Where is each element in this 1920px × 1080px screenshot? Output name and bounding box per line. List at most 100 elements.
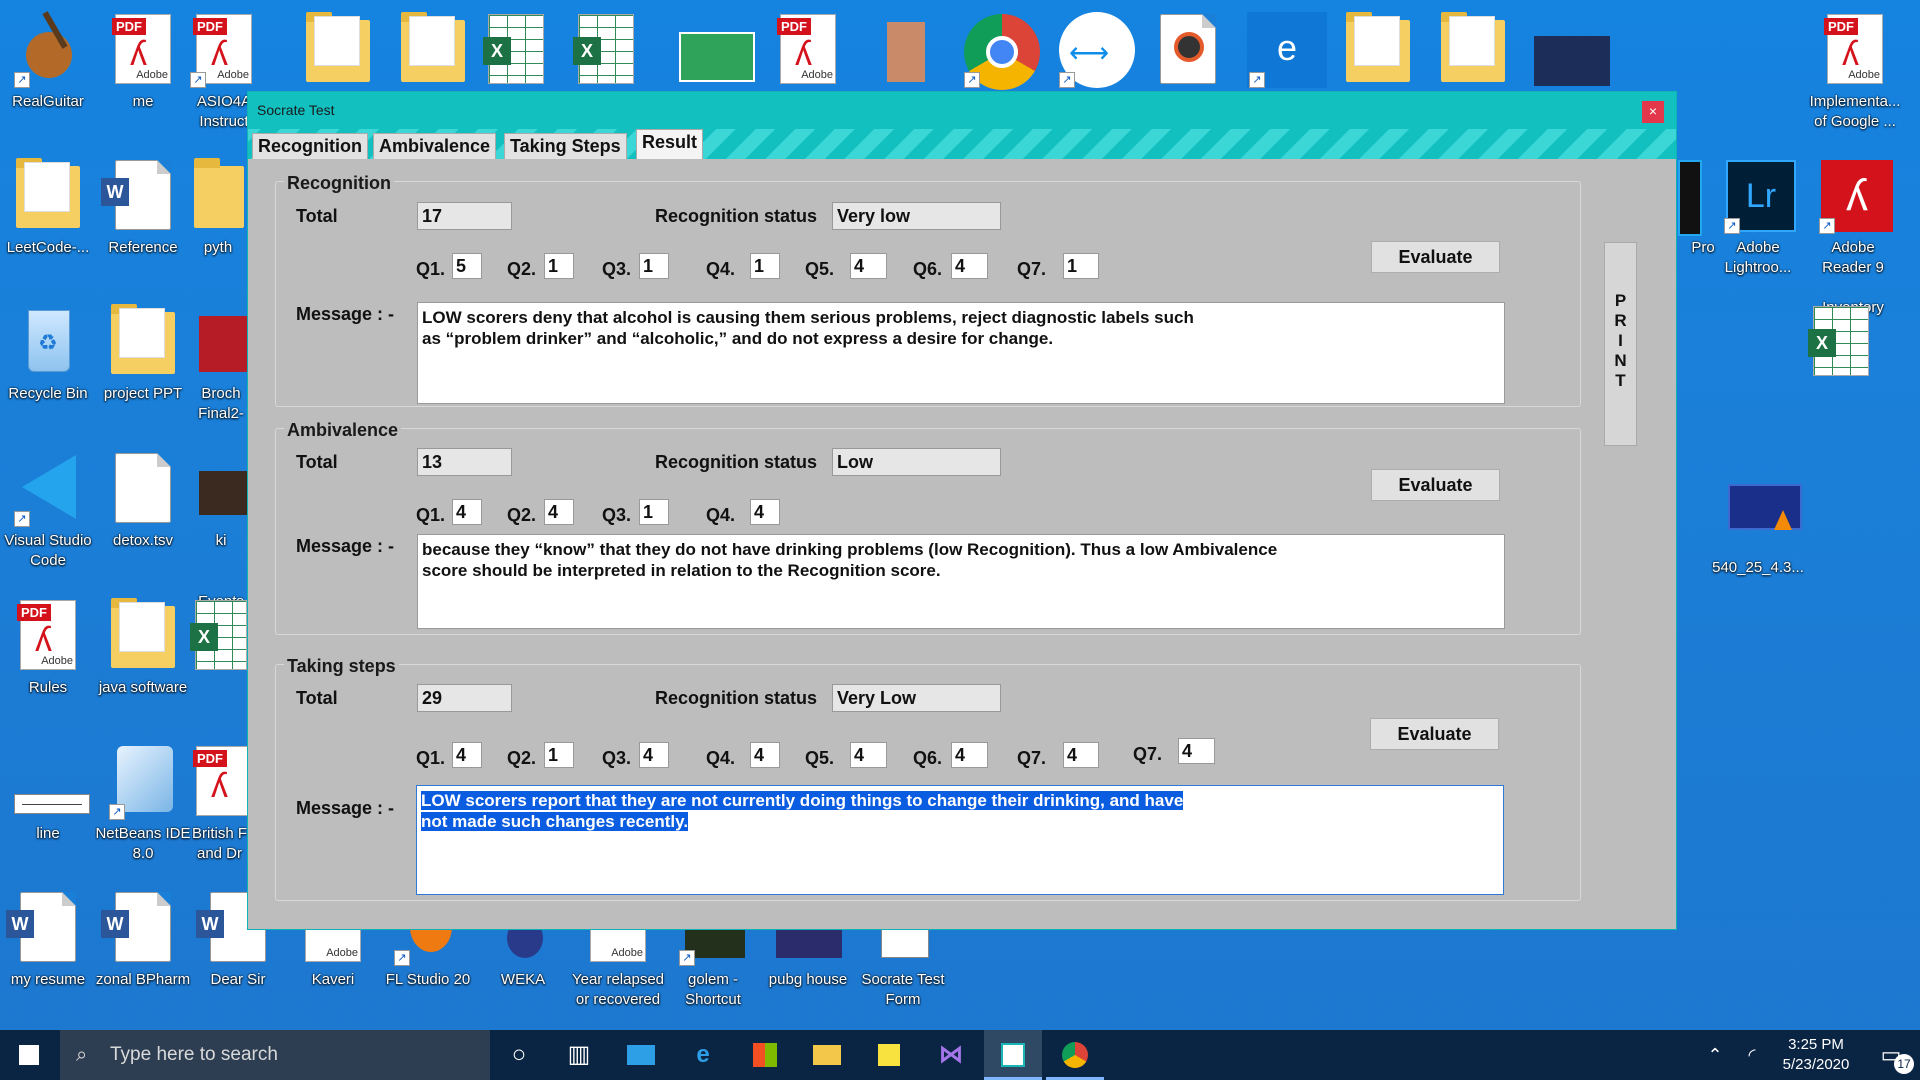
recognition-evaluate-button[interactable]: Evaluate bbox=[1371, 241, 1500, 273]
ambivalence-message-box[interactable]: because they “know” that they do not hav… bbox=[417, 534, 1505, 629]
recognition-q7-label: Q7. bbox=[1017, 259, 1047, 279]
taking-steps-q7-field[interactable]: 4 bbox=[1063, 742, 1099, 768]
image-icon bbox=[195, 302, 247, 382]
desktop-icon-project-ppt[interactable]: project PPT bbox=[95, 296, 191, 442]
ambivalence-q4-field[interactable]: 4 bbox=[750, 499, 780, 525]
desktop-icon-zonal[interactable]: W zonal BPharm bbox=[95, 882, 191, 1028]
desktop-icon-british[interactable]: PDF ʎ British Fand Dr bbox=[192, 736, 252, 882]
image-icon bbox=[195, 449, 247, 529]
action-center-icon[interactable]: ▭ 17 bbox=[1862, 1030, 1920, 1080]
taking-steps-status-field[interactable]: Very Low bbox=[832, 684, 1001, 712]
desktop-icon-broch[interactable]: Broch Final2- bbox=[195, 296, 247, 442]
edge-taskbar-icon[interactable]: e bbox=[674, 1030, 732, 1080]
desktop-icon-ki[interactable]: ki bbox=[195, 443, 247, 589]
desktop-icon-my-resume[interactable]: W my resume bbox=[0, 882, 96, 1028]
ambivalence-status-field[interactable]: Low bbox=[832, 448, 1001, 476]
recognition-q6-field[interactable]: 4 bbox=[951, 253, 988, 279]
show-hidden-icons-chevron-icon[interactable]: ⌃ bbox=[1697, 1030, 1733, 1080]
recycle-bin-icon: ♻ bbox=[12, 302, 84, 382]
taking-steps-q6-field[interactable]: 4 bbox=[951, 742, 988, 768]
folder-icon bbox=[190, 156, 246, 236]
recognition-q1-field[interactable]: 5 bbox=[452, 253, 482, 279]
desktop-icon-video540[interactable]: 540_25_4.3... bbox=[1710, 470, 1806, 616]
chrome-icon: ↗ bbox=[962, 10, 1040, 90]
tab-recognition[interactable]: Recognition bbox=[252, 133, 368, 159]
recognition-q3-field[interactable]: 1 bbox=[639, 253, 669, 279]
desktop-icon-adobe-reader[interactable]: ʎ ↗ Adobe Reader 9 bbox=[1805, 150, 1901, 296]
print-label: P R I N T bbox=[1614, 291, 1627, 390]
desktop-icon-events[interactable]: X Events bbox=[190, 590, 247, 736]
desktop-icon-implementa[interactable]: PDF ʎ Adobe Implementa... of Google ... bbox=[1805, 4, 1905, 150]
cortana-icon[interactable]: ○ bbox=[490, 1030, 548, 1080]
word-doc-icon: W bbox=[6, 888, 84, 968]
network-icon[interactable]: ◜ bbox=[1734, 1030, 1770, 1080]
close-button[interactable]: × bbox=[1642, 101, 1664, 123]
recognition-q7-field[interactable]: 1 bbox=[1063, 253, 1099, 279]
mail-icon[interactable] bbox=[612, 1030, 670, 1080]
desktop-icon-line[interactable]: line bbox=[0, 736, 96, 882]
taking-steps-evaluate-button[interactable]: Evaluate bbox=[1370, 718, 1499, 750]
desktop-icon-reference[interactable]: W Reference bbox=[95, 150, 191, 296]
desktop-icon-pyth[interactable]: pyth bbox=[190, 150, 246, 296]
recognition-q2-label: Q2. bbox=[507, 259, 537, 279]
socrate-test-window: Socrate Test × Recognition Ambivalence T… bbox=[247, 91, 1677, 930]
ambivalence-message-label: Message : - bbox=[296, 536, 395, 556]
tab-result[interactable]: Result bbox=[636, 129, 704, 159]
desktop-icon-rules[interactable]: PDF ʎ Adobe Rules bbox=[0, 590, 96, 736]
ambivalence-q1-field[interactable]: 4 bbox=[452, 499, 482, 525]
tab-strip: Recognition Ambivalence Taking Steps Res… bbox=[248, 129, 1676, 159]
file-explorer-icon[interactable] bbox=[798, 1030, 856, 1080]
ambivalence-evaluate-button[interactable]: Evaluate bbox=[1371, 469, 1500, 501]
taking-steps-q3-field[interactable]: 4 bbox=[639, 742, 669, 768]
visual-studio-icon[interactable]: ⋈ bbox=[922, 1030, 980, 1080]
ambivalence-q3-field[interactable]: 1 bbox=[639, 499, 669, 525]
desktop-icon-vscode[interactable]: ↗ Visual Studio Code bbox=[0, 443, 96, 589]
recognition-q5-field[interactable]: 4 bbox=[850, 253, 887, 279]
store-icon[interactable] bbox=[736, 1030, 794, 1080]
taking-steps-message-label: Message : - bbox=[296, 798, 395, 818]
search-box[interactable]: ⌕ Type here to search bbox=[60, 1030, 490, 1080]
taking-steps-q5-field[interactable]: 4 bbox=[850, 742, 887, 768]
ambivalence-total-field[interactable]: 13 bbox=[417, 448, 512, 476]
taking-steps-total-field[interactable]: 29 bbox=[417, 684, 512, 712]
taking-steps-q2-label: Q2. bbox=[507, 748, 537, 768]
recognition-message-box[interactable]: LOW scorers deny that alcohol is causing… bbox=[417, 302, 1505, 404]
desktop-icon-inventory[interactable]: X Inventorylist1 bbox=[1805, 296, 1901, 442]
recognition-q2-field[interactable]: 1 bbox=[544, 253, 574, 279]
folder-icon bbox=[107, 302, 179, 382]
tab-ambivalence[interactable]: Ambivalence bbox=[373, 133, 497, 159]
taking-steps-q4-field[interactable]: 4 bbox=[750, 742, 780, 768]
desktop-icon-netbeans[interactable]: ↗ NetBeans IDE 8.0 bbox=[95, 736, 191, 882]
clock[interactable]: 3:25 PM 5/23/2020 bbox=[1770, 1030, 1862, 1080]
desktop-icon-detox[interactable]: detox.tsv bbox=[95, 443, 191, 589]
taking-steps-total-label: Total bbox=[296, 688, 338, 708]
recognition-q4-field[interactable]: 1 bbox=[750, 253, 780, 279]
desktop-icon-lightroom[interactable]: Lr ↗ Adobe Lightroo... bbox=[1710, 150, 1806, 296]
ambivalence-q4-label: Q4. bbox=[706, 505, 736, 525]
ambivalence-q2-field[interactable]: 4 bbox=[544, 499, 574, 525]
tab-taking-steps[interactable]: Taking Steps bbox=[504, 133, 627, 159]
recognition-total-field[interactable]: 17 bbox=[417, 202, 512, 230]
recognition-q3-label: Q3. bbox=[602, 259, 632, 279]
windows-logo-icon bbox=[19, 1045, 39, 1065]
task-view-icon[interactable]: ▥ bbox=[550, 1030, 608, 1080]
folder-icon bbox=[397, 10, 469, 90]
folder-icon bbox=[302, 10, 374, 90]
excel-icon: X bbox=[483, 14, 544, 84]
start-button[interactable] bbox=[0, 1030, 58, 1080]
taking-steps-q2-field[interactable]: 1 bbox=[544, 742, 574, 768]
recognition-status-field[interactable]: Very low bbox=[832, 202, 1001, 230]
desktop-icon-java-software[interactable]: java software bbox=[95, 590, 191, 736]
socrate-app-taskbar-icon[interactable] bbox=[984, 1030, 1042, 1080]
desktop-icon-recycle-bin[interactable]: ♻ Recycle Bin bbox=[0, 296, 96, 442]
print-button[interactable]: P R I N T bbox=[1604, 242, 1637, 446]
taking-steps-q8-field[interactable]: 4 bbox=[1178, 738, 1215, 764]
desktop-icon-realguitar[interactable]: ↗ RealGuitar bbox=[0, 4, 96, 150]
title-bar[interactable]: Socrate Test × bbox=[248, 92, 1676, 129]
desktop-icon-leetcode[interactable]: LeetCode-... bbox=[0, 150, 96, 296]
taking-steps-message-box[interactable]: LOW scorers report that they are not cur… bbox=[416, 785, 1504, 895]
audio-disc-icon bbox=[1152, 10, 1224, 90]
sticky-notes-icon[interactable] bbox=[860, 1030, 918, 1080]
taking-steps-q1-field[interactable]: 4 bbox=[452, 742, 482, 768]
chrome-taskbar-icon[interactable] bbox=[1046, 1030, 1104, 1080]
